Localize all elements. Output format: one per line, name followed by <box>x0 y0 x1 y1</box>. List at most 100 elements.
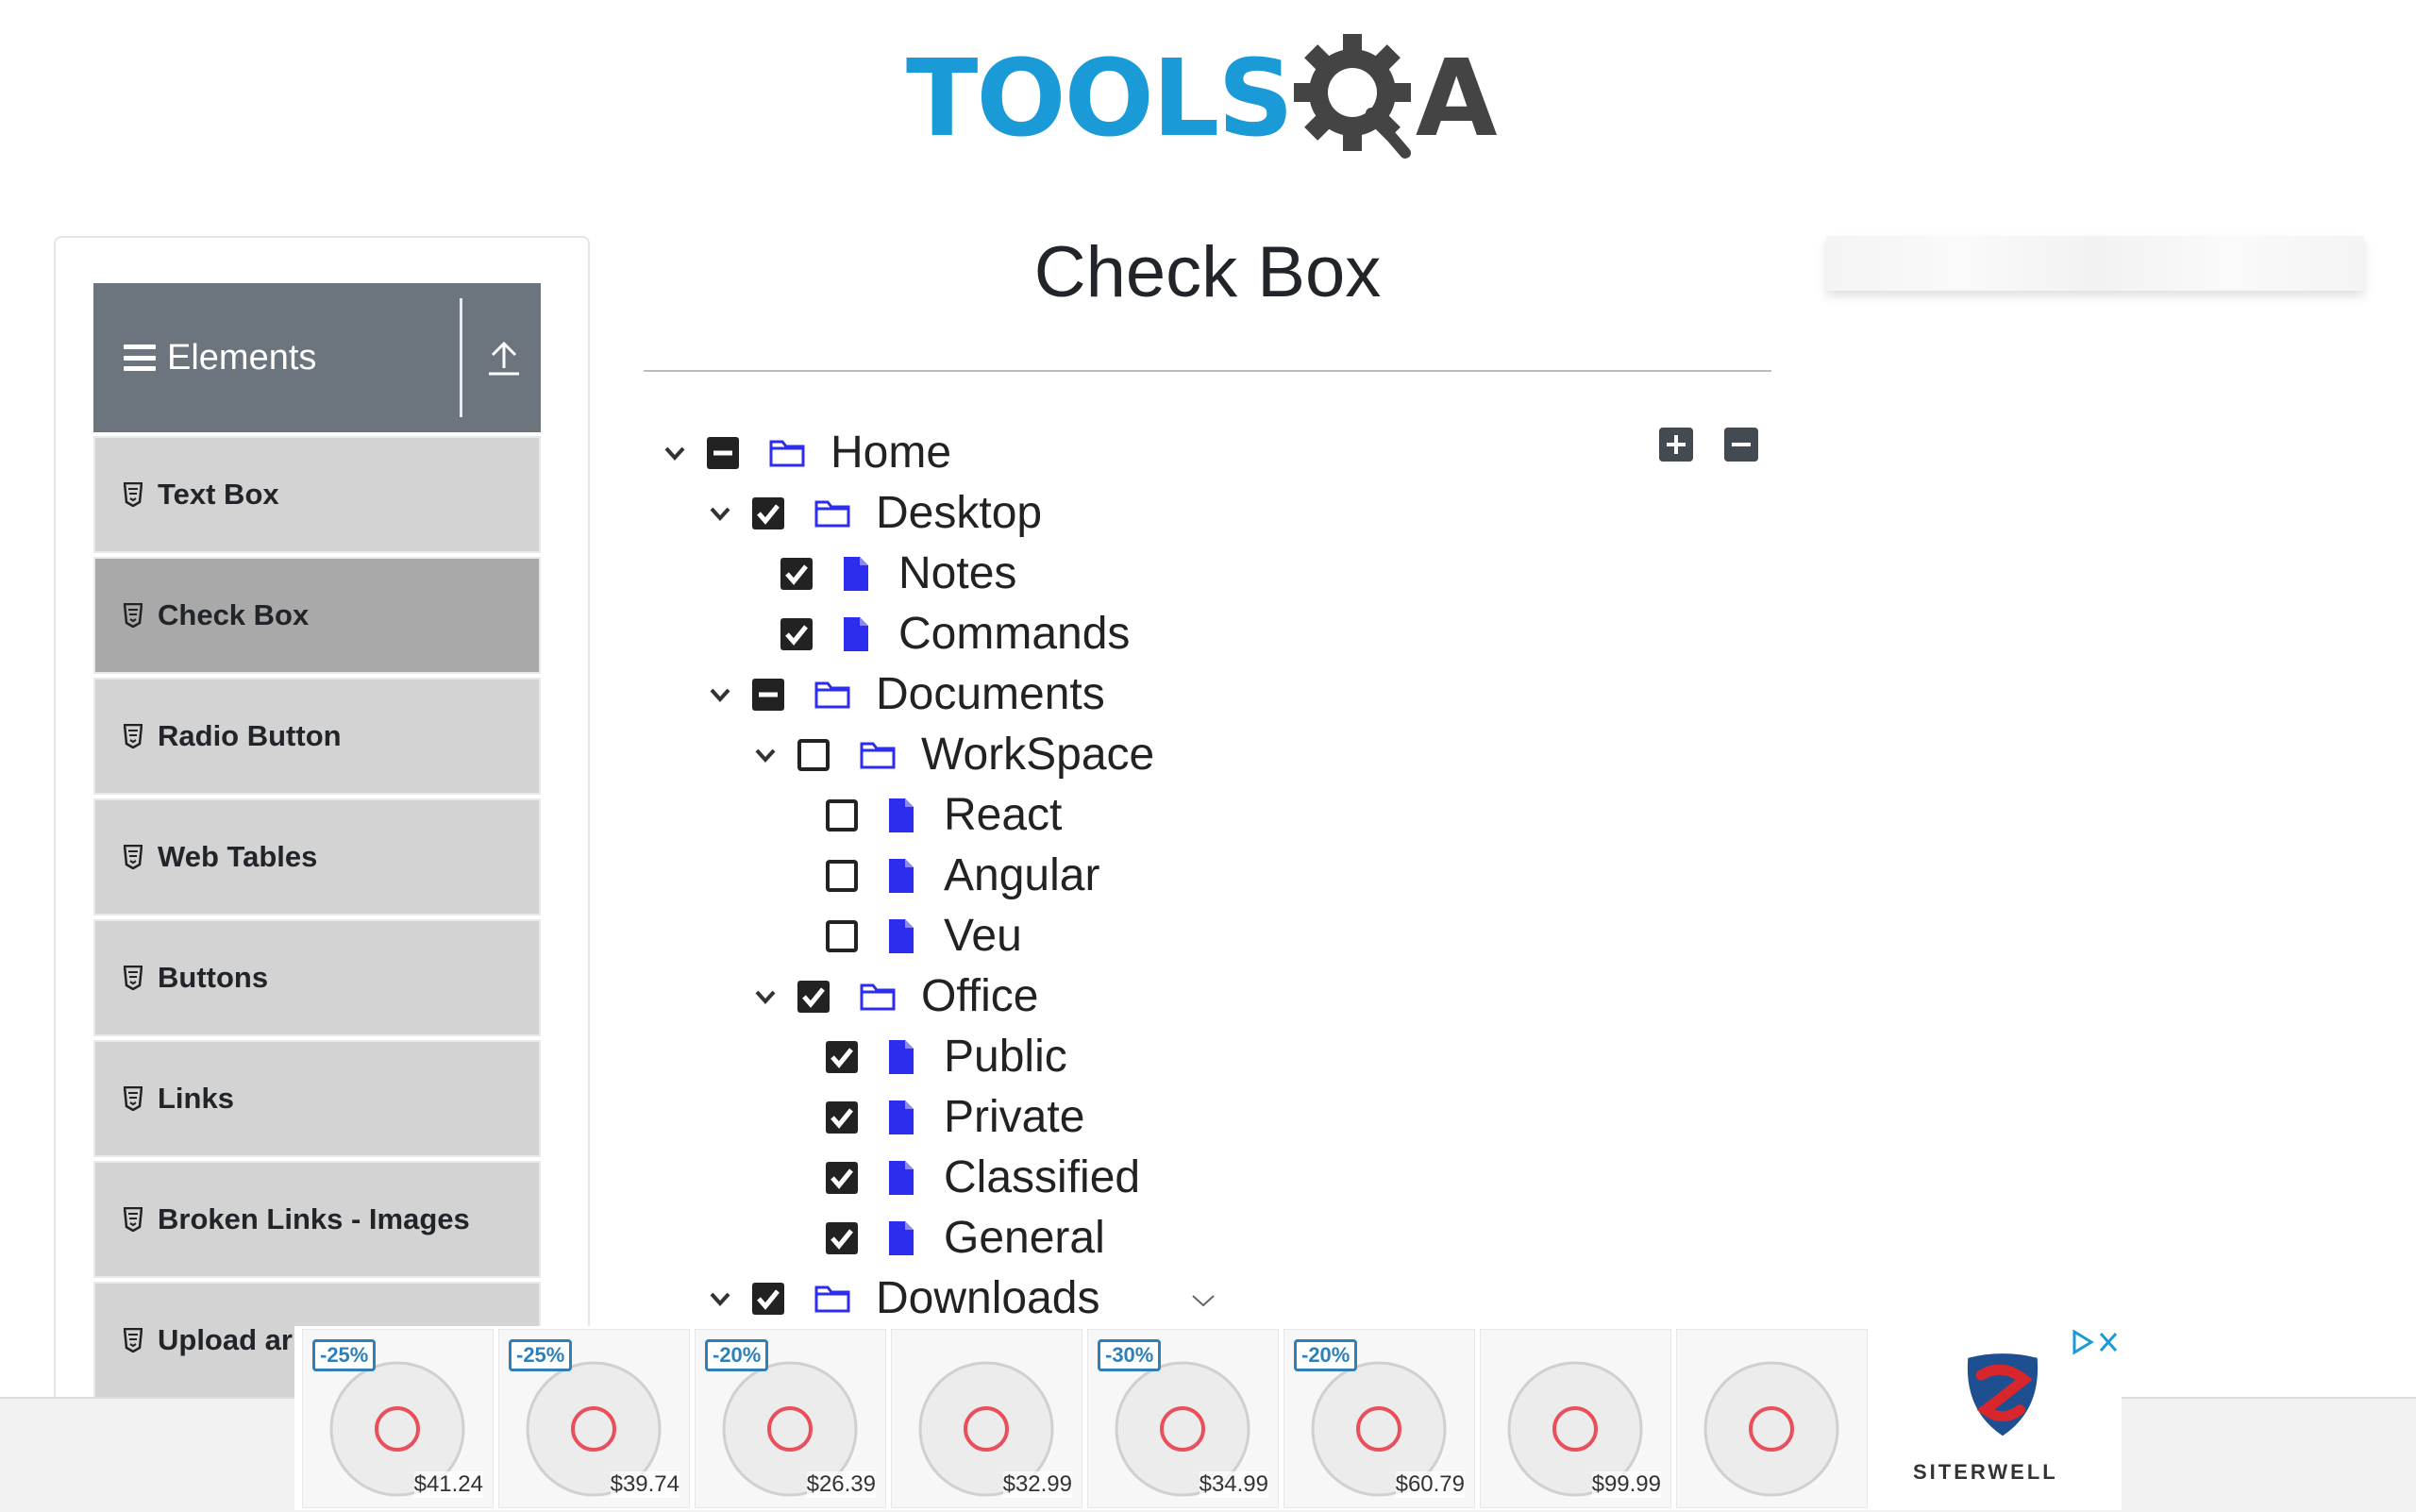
price-label: $39.74 <box>610 1471 680 1498</box>
checkbox-checked[interactable] <box>825 1161 859 1195</box>
tree-node-label: WorkSpace <box>921 730 1155 780</box>
folder-icon <box>814 681 850 709</box>
elements-menu: Text Box Check Box Radio Button Web Tabl… <box>93 436 541 1403</box>
sidebar-item-links[interactable]: Links <box>93 1040 541 1157</box>
folder-icon <box>860 742 896 769</box>
checkbox-partial[interactable] <box>751 678 785 712</box>
html5-icon <box>124 482 143 507</box>
chevron-down-icon[interactable] <box>706 499 734 528</box>
file-icon <box>889 798 914 832</box>
shield-icon <box>1967 1353 2038 1436</box>
expand-all-button[interactable] <box>1659 428 1693 462</box>
checkbox-checked[interactable] <box>751 496 785 530</box>
brand-logo[interactable]: SITERWELL <box>1908 1345 2106 1505</box>
elements-group-header[interactable]: Elements <box>93 283 541 432</box>
discount-badge: -25% <box>312 1339 377 1371</box>
html5-icon <box>124 1207 143 1232</box>
page-title: Check Box <box>1033 232 1382 312</box>
checkbox-unchecked[interactable] <box>825 919 859 953</box>
tree-node-label: Public <box>944 1032 1067 1082</box>
tree-node-label: Angular <box>944 850 1100 900</box>
html5-icon <box>124 724 143 748</box>
chevron-down-icon[interactable] <box>661 439 689 467</box>
chevron-down-icon[interactable] <box>706 680 734 709</box>
html5-icon <box>124 1086 143 1111</box>
checkbox-checked[interactable] <box>825 1221 859 1255</box>
tree-node-label: Veu <box>944 911 1022 961</box>
folder-icon <box>769 440 805 467</box>
ad-product-card[interactable]: -20% $26.39 <box>695 1329 886 1508</box>
ad-product-card[interactable]: -25% $41.24 <box>302 1329 494 1508</box>
sidebar-item-label: Broken Links - Images <box>158 1202 470 1235</box>
price-label: $41.24 <box>413 1471 483 1498</box>
sidebar-item-radio-button[interactable]: Radio Button <box>93 678 541 795</box>
logo-text-a: A <box>1415 38 1498 160</box>
sidebar-item-web-tables[interactable]: Web Tables <box>93 798 541 916</box>
collapse-all-button[interactable] <box>1724 428 1758 462</box>
price-label: $99.99 <box>1591 1471 1661 1498</box>
discount-badge: -20% <box>705 1339 769 1371</box>
ad-product-card[interactable]: -30% $34.99 <box>1087 1329 1279 1508</box>
logo-text-tools: TOOLS <box>906 38 1294 160</box>
html5-icon <box>124 603 143 628</box>
chevron-down-icon[interactable] <box>751 983 780 1011</box>
checkbox-checked[interactable] <box>825 1040 859 1074</box>
file-icon <box>889 919 914 953</box>
folder-icon <box>814 500 850 528</box>
checkbox-checked[interactable] <box>780 557 814 591</box>
tree-node-label: Desktop <box>876 488 1043 538</box>
file-icon <box>844 557 868 591</box>
chevron-down-icon[interactable] <box>706 1285 734 1313</box>
tree-node-label: Commands <box>898 609 1131 659</box>
checkbox-unchecked[interactable] <box>797 738 830 772</box>
sidebar-item-label: Text Box <box>158 478 279 511</box>
folder-icon <box>814 1285 850 1313</box>
file-icon <box>889 1100 914 1134</box>
sidebar-item-label: Links <box>158 1082 234 1115</box>
ad-product-card[interactable]: $99.99 <box>1480 1329 1671 1508</box>
group-title: Elements <box>167 337 317 378</box>
collapse-up-icon[interactable] <box>485 336 523 378</box>
top-ad-banner[interactable] <box>1826 236 2364 291</box>
ad-product-card[interactable] <box>1676 1329 1868 1508</box>
hamburger-icon <box>124 344 156 371</box>
bottom-ad-banner[interactable]: SITERWELL -25% $41.24 -25% $39.74 -20% $26.39… <box>294 1326 2122 1510</box>
ad-product-card[interactable]: $32.99 <box>891 1329 1082 1508</box>
toolsqa-logo[interactable]: TOOLS A <box>906 28 1498 170</box>
tree-node-label: Downloads <box>876 1273 1100 1323</box>
chevron-down-icon[interactable] <box>1189 1291 1217 1310</box>
checkbox-checked[interactable] <box>825 1100 859 1134</box>
sidebar-item-label: Check Box <box>158 598 310 631</box>
sidebar-item-text-box[interactable]: Text Box <box>93 436 541 553</box>
discount-badge: -20% <box>1294 1339 1358 1371</box>
chevron-down-icon[interactable] <box>751 741 780 769</box>
discount-badge: -25% <box>509 1339 573 1371</box>
sidebar-item-buttons[interactable]: Buttons <box>93 919 541 1036</box>
checkbox-checked[interactable] <box>751 1282 785 1316</box>
checkbox-checked[interactable] <box>797 980 830 1014</box>
brand-name: SITERWELL <box>1913 1460 2058 1484</box>
html5-icon <box>124 845 143 869</box>
tree-node-label: Classified <box>944 1152 1141 1202</box>
sidebar-item-check-box[interactable]: Check Box <box>93 557 541 674</box>
checkbox-unchecked[interactable] <box>825 859 859 893</box>
file-icon <box>889 1040 914 1074</box>
tree-node-label: Private <box>944 1092 1085 1142</box>
header-divider <box>460 298 462 417</box>
ad-product-card[interactable]: -20% $60.79 <box>1284 1329 1475 1508</box>
file-icon <box>889 859 914 893</box>
ad-product-card[interactable]: -25% $39.74 <box>498 1329 690 1508</box>
title-divider <box>644 370 1771 372</box>
price-label: $26.39 <box>806 1471 876 1498</box>
price-label: $60.79 <box>1395 1471 1465 1498</box>
ad-choices-close-icon[interactable] <box>2069 1328 2120 1356</box>
tree-node-label: Documents <box>876 669 1105 719</box>
html5-icon <box>124 1328 143 1352</box>
sidebar-item-broken-links[interactable]: Broken Links - Images <box>93 1161 541 1278</box>
folder-icon <box>860 983 896 1011</box>
checkbox-unchecked[interactable] <box>825 798 859 832</box>
checkbox-checked[interactable] <box>780 617 814 651</box>
file-icon <box>889 1221 914 1255</box>
html5-icon <box>124 966 143 990</box>
checkbox-partial[interactable] <box>706 436 740 470</box>
